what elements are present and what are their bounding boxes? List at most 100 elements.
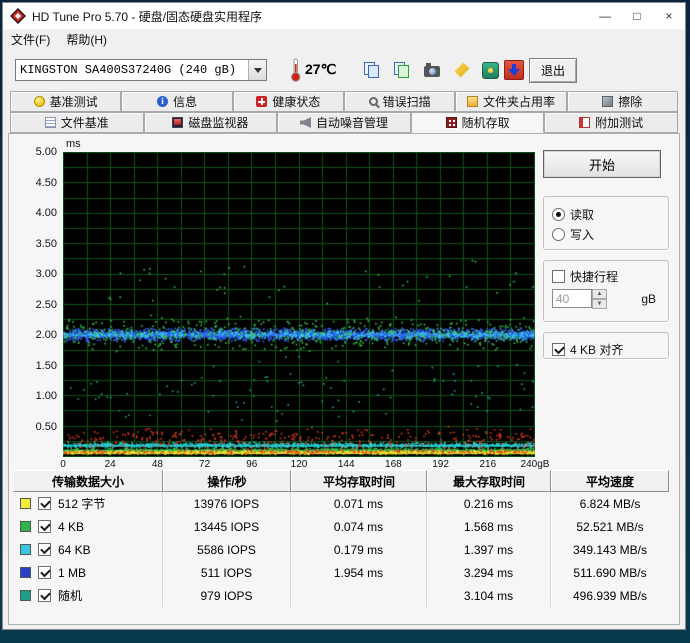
- series-checkbox[interactable]: [38, 520, 51, 533]
- align-4kb-checkbox[interactable]: 4 KB 对齐: [552, 341, 660, 358]
- avg-speed-value: 511.690 MB/s: [573, 565, 647, 580]
- spin-down-button[interactable]: ▼: [592, 299, 607, 309]
- table-row: 1 MB 511 IOPS 1.954 ms 3.294 ms 511.690 …: [13, 561, 669, 584]
- maximize-button[interactable]: □: [621, 3, 653, 29]
- iops-value: 511 IOPS: [163, 561, 291, 584]
- run-icon: [481, 61, 499, 79]
- col-header-max-access[interactable]: 最大存取时间: [427, 470, 551, 492]
- download-button[interactable]: [501, 58, 527, 82]
- checkbox-checked-icon: [552, 343, 565, 356]
- tab-health[interactable]: 健康状态: [232, 91, 344, 112]
- series-label: 4 KB: [58, 519, 85, 534]
- short-stroke-checkbox[interactable]: 快捷行程: [552, 268, 660, 285]
- series-label: 1 MB: [58, 565, 87, 580]
- series-checkbox[interactable]: [38, 497, 51, 510]
- tab-error-scan[interactable]: 错误扫描: [343, 91, 456, 112]
- health-icon: [256, 96, 268, 107]
- drive-select[interactable]: KINGSTON SA400S37240G (240 gB): [15, 59, 267, 81]
- desktop: { "window": { "title": "HD Tune Pro 5.70…: [0, 0, 690, 643]
- y-axis-unit: ms: [66, 138, 81, 150]
- results-table: 传输数据大小 操作/秒 平均存取时间 最大存取时间 平均速度 512 字节 13…: [13, 470, 669, 607]
- copy-icon: [364, 62, 380, 78]
- x-axis-tick: 72: [199, 459, 211, 470]
- y-axis-tick: 4.50: [35, 176, 57, 189]
- dice-icon: [445, 117, 457, 128]
- write-radio[interactable]: 写入: [552, 226, 660, 243]
- series-checkbox[interactable]: [38, 543, 51, 556]
- read-radio-label: 读取: [570, 208, 595, 222]
- avg-access-value: 1.954 ms: [291, 561, 427, 584]
- chevron-down-icon: [248, 60, 266, 80]
- tab-extra-tests[interactable]: 附加测试: [544, 112, 678, 133]
- copy-icon-button[interactable]: [359, 58, 385, 82]
- table-row: 512 字节 13976 IOPS 0.071 ms 0.216 ms 6.82…: [13, 492, 669, 515]
- thermometer-icon: [291, 58, 301, 82]
- col-header-avg-access[interactable]: 平均存取时间: [291, 470, 427, 492]
- y-axis-tick: 4.00: [35, 207, 57, 219]
- max-access-value: 3.294 ms: [427, 561, 551, 584]
- tab-label: 文件基准: [60, 116, 109, 130]
- tab-file-benchmark[interactable]: 文件基准: [10, 112, 144, 133]
- minimize-button[interactable]: —: [589, 3, 621, 29]
- start-button[interactable]: 开始: [543, 150, 661, 178]
- col-header-iops[interactable]: 操作/秒: [163, 470, 291, 492]
- monitor-icon: [172, 117, 184, 128]
- y-axis-tick: 0.50: [35, 420, 57, 433]
- tab-folder-usage[interactable]: 文件夹占用率: [455, 91, 567, 112]
- toolbar: KINGSTON SA400S37240G (240 gB) 27℃ 退出: [3, 49, 685, 91]
- tab-erase[interactable]: 擦除: [566, 91, 678, 112]
- spin-up-button[interactable]: ▲: [592, 289, 607, 299]
- series-color-swatch: [20, 521, 31, 532]
- screenshot-button[interactable]: [419, 58, 445, 82]
- tab-random-access[interactable]: 随机存取: [410, 112, 545, 133]
- series-checkbox[interactable]: [38, 566, 51, 579]
- series-checkbox[interactable]: [38, 589, 51, 602]
- tab-disk-monitor[interactable]: 磁盘监视器: [143, 112, 278, 133]
- scan-icon: [368, 97, 378, 106]
- speaker-icon: [299, 117, 311, 128]
- random-access-panel: ms 5.00 4.50 4.00 3.50 3.00 2.50 2.00 1.50 1.00 0…: [8, 133, 680, 625]
- highlight-icon: [454, 62, 470, 78]
- tab-benchmark[interactable]: 基准测试: [10, 91, 122, 112]
- tab-label: 自动噪音管理: [315, 116, 388, 130]
- iops-value: 13445 IOPS: [163, 515, 291, 538]
- y-axis-tick: 3.00: [35, 268, 57, 280]
- x-axis-tick: 48: [151, 459, 163, 470]
- window-title: HD Tune Pro 5.70 - 硬盘/固态硬盘实用程序: [32, 9, 263, 24]
- app-logo-icon: [10, 8, 26, 24]
- series-label: 512 字节: [58, 497, 106, 511]
- y-axis-tick: 1.50: [35, 359, 57, 372]
- tab-label: 磁盘监视器: [188, 116, 249, 130]
- menu-help[interactable]: 帮助(H): [58, 29, 115, 50]
- table-row: 随机 979 IOPS 3.104 ms 496.939 MB/s: [13, 584, 669, 607]
- avg-access-value: 0.179 ms: [291, 538, 427, 561]
- avg-speed-value: 349.143 MB/s: [572, 542, 648, 557]
- read-radio[interactable]: 读取: [552, 206, 660, 223]
- exit-button[interactable]: 退出: [529, 58, 577, 83]
- menu-file[interactable]: 文件(F): [3, 29, 58, 50]
- erase-icon: [602, 96, 614, 107]
- checkbox-icon: [552, 270, 565, 283]
- capacity-input[interactable]: [552, 289, 592, 308]
- col-header-avg-speed[interactable]: 平均速度: [551, 470, 669, 492]
- tab-label: 错误扫描: [382, 95, 431, 109]
- tab-info[interactable]: 信息: [121, 91, 233, 112]
- temperature-indicator: 27℃: [289, 57, 336, 82]
- x-axis-tick: 0: [60, 459, 66, 470]
- run-button[interactable]: [477, 58, 503, 82]
- tab-label: 健康状态: [272, 95, 321, 109]
- x-axis-tick: 240gB: [520, 459, 550, 470]
- close-button[interactable]: ×: [653, 3, 685, 29]
- highlight-button[interactable]: [449, 58, 475, 82]
- series-color-swatch: [20, 498, 31, 509]
- series-color-swatch: [20, 590, 31, 601]
- col-header-transfer-size[interactable]: 传输数据大小: [13, 470, 163, 492]
- copy-pages-button[interactable]: [389, 58, 415, 82]
- tab-row-1: 基准测试 信息 健康状态 错误扫描 文件夹占用率 擦除: [10, 91, 678, 112]
- table-header: 传输数据大小 操作/秒 平均存取时间 最大存取时间 平均速度: [13, 470, 669, 492]
- copy-pages-icon: [394, 62, 410, 78]
- radio-icon: [552, 228, 565, 241]
- tab-label: 随机存取: [461, 116, 510, 130]
- tab-aam[interactable]: 自动噪音管理: [277, 112, 411, 133]
- access-time-plot: [63, 152, 535, 457]
